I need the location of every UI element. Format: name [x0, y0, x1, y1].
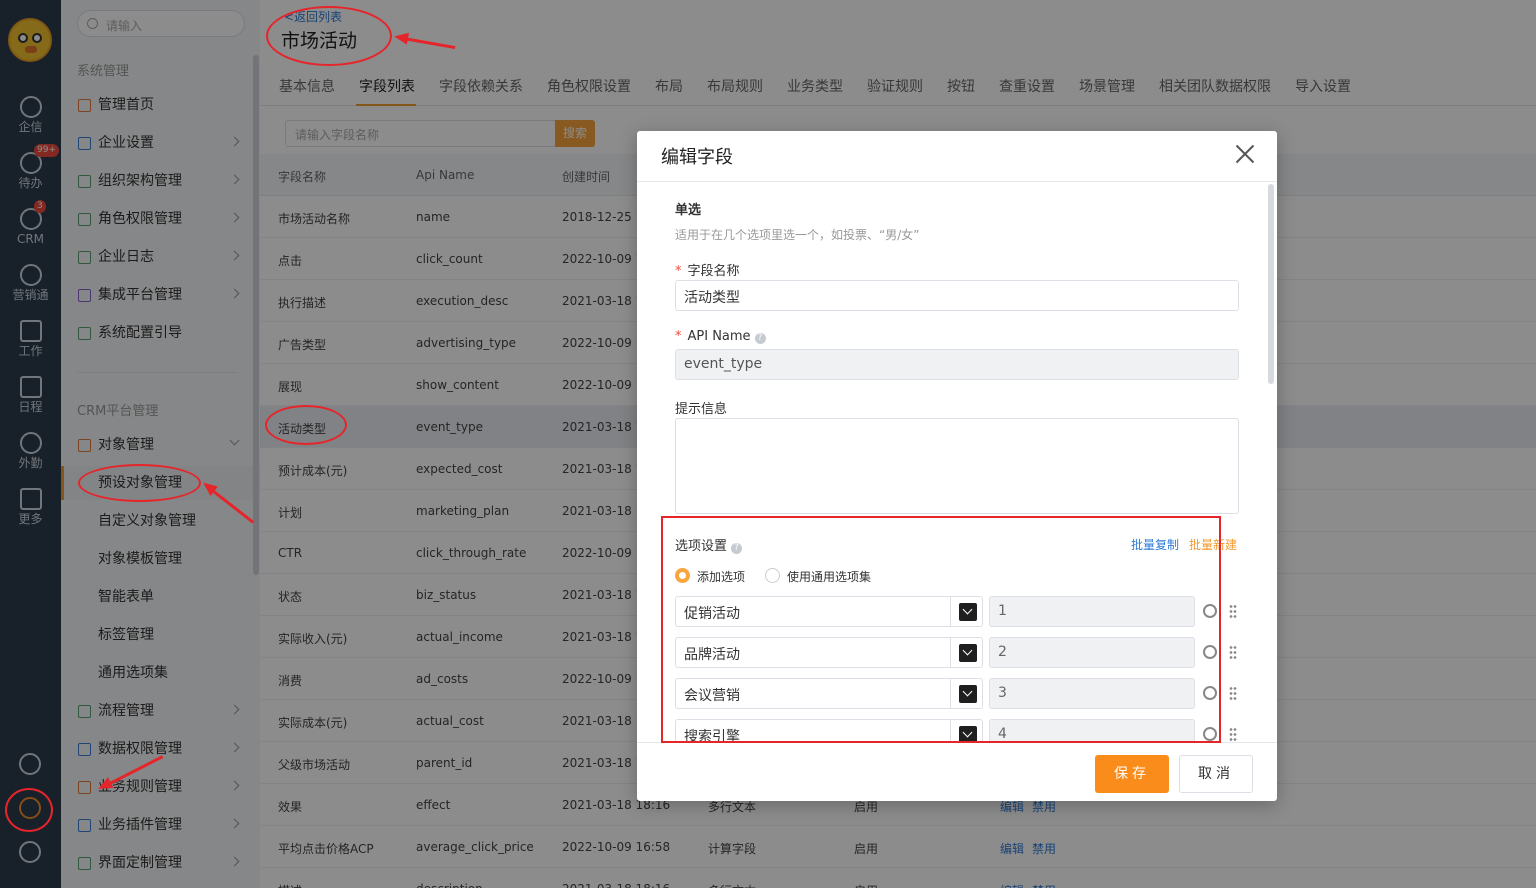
field-name-label: * 字段名称 [675, 264, 740, 279]
api-name-label: * API Name? [675, 329, 766, 344]
field-name-input[interactable]: 活动类型 [675, 280, 1239, 311]
annotation-circle-event-type [265, 405, 347, 445]
dialog-footer: 保存 取消 [637, 742, 1277, 801]
drag-handle-icon[interactable] [1229, 604, 1237, 618]
field-type-title: 单选 [675, 203, 702, 218]
help-question-icon[interactable]: ? [754, 333, 766, 344]
drag-handle-icon[interactable] [1229, 727, 1237, 741]
tip-info-label: 提示信息 [675, 402, 728, 417]
cancel-button[interactable]: 取消 [1179, 755, 1253, 793]
annotation-rect-options [661, 516, 1221, 743]
close-icon[interactable] [1235, 144, 1255, 164]
annotation-circle-title [266, 6, 392, 66]
tip-info-textarea[interactable] [675, 418, 1239, 514]
field-type-hint: 适用于在几个选项里选一个，如投票、“男/女” [675, 228, 920, 242]
save-button[interactable]: 保存 [1095, 755, 1169, 793]
dialog-title: 编辑字段 [661, 147, 733, 168]
annotation-circle-preset-objects [78, 464, 201, 502]
api-name-input: event_type [675, 349, 1239, 380]
dialog-scrollbar[interactable] [1268, 184, 1274, 384]
drag-handle-icon[interactable] [1229, 645, 1237, 659]
drag-handle-icon[interactable] [1229, 686, 1237, 700]
annotation-circle-settings [5, 788, 53, 832]
